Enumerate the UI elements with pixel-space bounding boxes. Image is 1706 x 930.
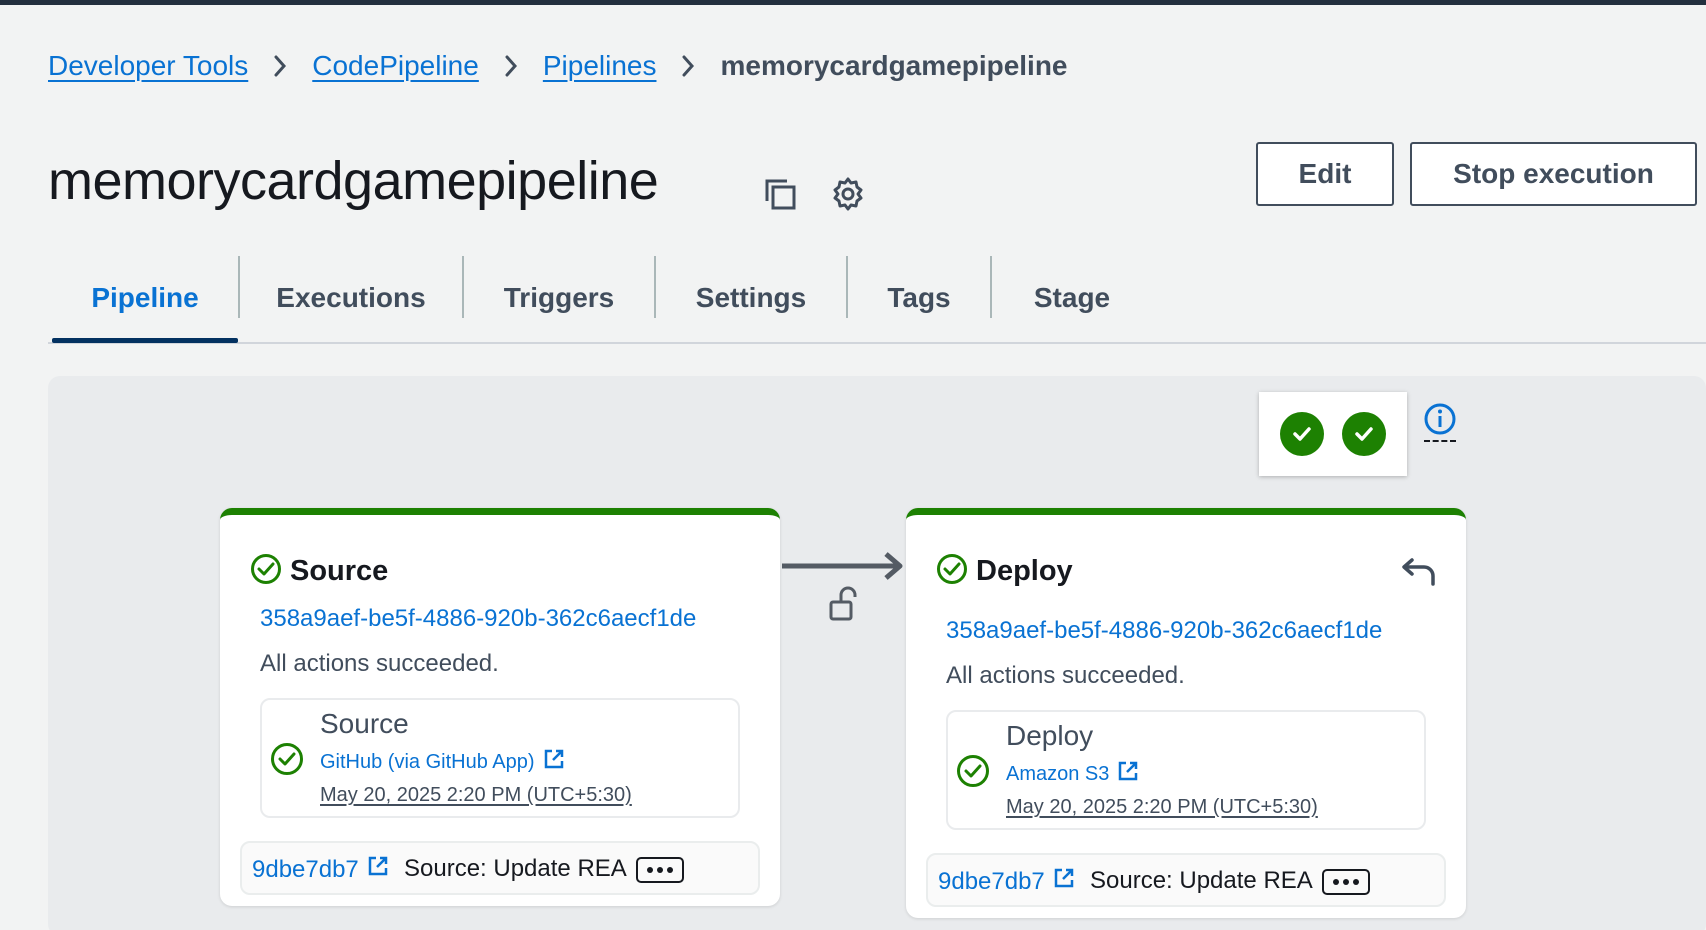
chevron-right-icon (656, 54, 720, 78)
action-card[interactable]: Deploy Amazon S3 May 20, 2025 2:20 PM (U… (946, 710, 1426, 830)
action-timestamp[interactable]: May 20, 2025 2:20 PM (UTC+5:30) (320, 784, 632, 807)
stage-status-text: All actions succeeded. (260, 650, 499, 677)
stage-status-text: All actions succeeded. (946, 662, 1185, 689)
breadcrumb-current: memorycardgamepipeline (720, 50, 1068, 81)
rollback-icon[interactable] (1400, 554, 1440, 595)
execution-id-link[interactable]: 358a9aef-be5f-4886-920b-362c6aecf1de (946, 617, 1382, 645)
breadcrumb: Developer Tools CodePipeline Pipelines m… (48, 50, 1068, 82)
breadcrumb-developer-tools[interactable]: Developer Tools (48, 50, 248, 82)
chevron-right-icon (479, 54, 543, 78)
commit-info: 9dbe7db7 Source: Update REA (240, 841, 760, 895)
tab-executions[interactable]: Executions (240, 254, 462, 342)
commit-id-link[interactable]: 9dbe7db7 (252, 855, 389, 884)
external-link-icon (1117, 760, 1139, 788)
stage-name: Source (290, 555, 389, 587)
ellipsis-icon[interactable] (1322, 869, 1370, 895)
commit-id: 9dbe7db7 (938, 867, 1045, 895)
action-timestamp[interactable]: May 20, 2025 2:20 PM (UTC+5:30) (1006, 796, 1318, 819)
external-link-icon (1053, 867, 1075, 896)
check-circle-icon (1280, 412, 1324, 456)
edit-button[interactable]: Edit (1256, 142, 1394, 206)
copy-icon[interactable] (762, 176, 798, 217)
execution-status-summary (1259, 392, 1407, 476)
stop-execution-button[interactable]: Stop execution (1410, 142, 1697, 206)
tab-pipeline[interactable]: Pipeline (52, 254, 238, 342)
arrow-right-icon (780, 550, 906, 587)
info-underline (1424, 440, 1456, 442)
top-bar (0, 0, 1706, 5)
check-circle-icon (936, 553, 968, 590)
check-circle-icon (956, 754, 990, 793)
tab-triggers[interactable]: Triggers (464, 254, 654, 342)
stage-header: Deploy (936, 553, 1073, 590)
tab-tags[interactable]: Tags (848, 254, 990, 342)
commit-id-link[interactable]: 9dbe7db7 (938, 867, 1075, 896)
breadcrumb-codepipeline[interactable]: CodePipeline (312, 50, 479, 82)
action-provider-link[interactable]: Amazon S3 (1006, 760, 1139, 788)
action-card[interactable]: Source GitHub (via GitHub App) May 20, 2… (260, 698, 740, 818)
tab-active-indicator (52, 338, 238, 343)
info-icon[interactable] (1423, 402, 1457, 441)
provider-label: Amazon S3 (1006, 762, 1110, 785)
commit-id: 9dbe7db7 (252, 855, 359, 883)
check-circle-icon (1342, 412, 1386, 456)
check-circle-icon (250, 553, 282, 590)
settings-gear-icon[interactable] (830, 176, 866, 217)
action-name: Deploy (1006, 720, 1094, 751)
commit-message: Source: Update REA (1090, 867, 1313, 894)
ellipsis-icon[interactable] (636, 857, 684, 883)
provider-label: GitHub (via GitHub App) (320, 750, 535, 773)
check-circle-icon (270, 742, 304, 781)
commit-info: 9dbe7db7 Source: Update REA (926, 853, 1446, 907)
breadcrumb-pipelines[interactable]: Pipelines (543, 50, 657, 82)
stage-card-source: Source 358a9aef-be5f-4886-920b-362c6aecf… (220, 508, 780, 906)
external-link-icon (367, 855, 389, 884)
action-provider-link[interactable]: GitHub (via GitHub App) (320, 748, 565, 776)
execution-id-link[interactable]: 358a9aef-be5f-4886-920b-362c6aecf1de (260, 605, 696, 633)
commit-message: Source: Update REA (404, 855, 627, 882)
stage-name: Deploy (976, 555, 1073, 587)
external-link-icon (543, 748, 565, 776)
stage-header: Source (250, 553, 388, 590)
unlock-icon[interactable] (828, 586, 860, 627)
stage-card-deploy: Deploy 358a9aef-be5f-4886-920b-362c6aecf… (906, 508, 1466, 918)
chevron-right-icon (248, 54, 312, 78)
tab-settings[interactable]: Settings (656, 254, 846, 342)
tab-stage[interactable]: Stage (992, 254, 1152, 342)
action-name: Source (320, 708, 409, 739)
page-title: memorycardgamepipeline (48, 151, 659, 211)
tab-bar: Pipeline Executions Triggers Settings Ta… (48, 254, 1706, 344)
